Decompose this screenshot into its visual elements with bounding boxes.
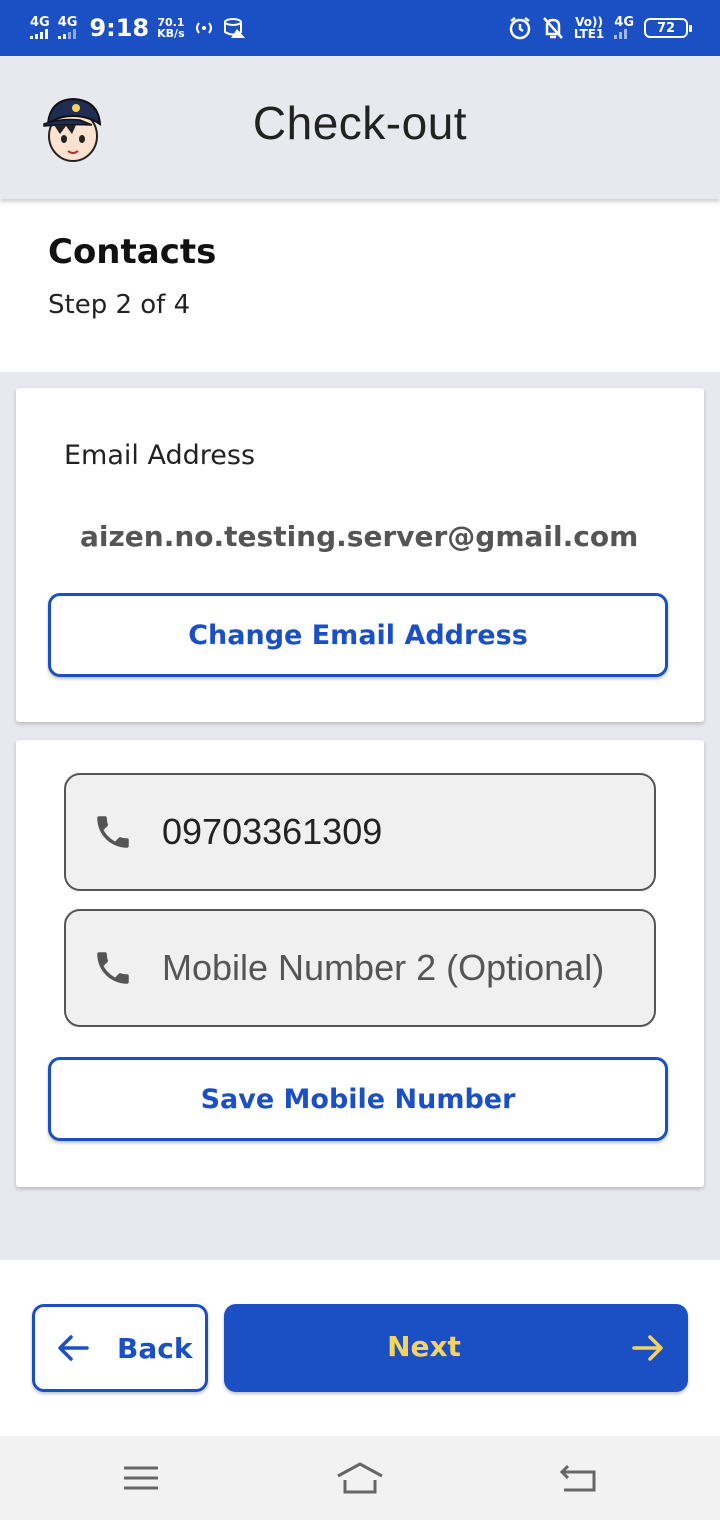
phone-icon	[97, 952, 129, 984]
back-nav-icon[interactable]	[554, 1458, 604, 1498]
section-title: Contacts	[48, 232, 217, 272]
next-label: Next	[387, 1330, 461, 1363]
network-type-1: 4G	[30, 15, 50, 30]
step-indicator: Step 2 of 4	[48, 290, 191, 320]
menu-icon[interactable]	[116, 1458, 166, 1498]
data-saver-icon	[223, 18, 245, 38]
signal-2: 4G	[57, 15, 78, 39]
home-icon[interactable]	[335, 1458, 385, 1498]
system-nav-bar	[0, 1436, 720, 1520]
save-mobile-number-button[interactable]: Save Mobile Number	[48, 1057, 668, 1141]
speed-unit: KB/s	[157, 27, 185, 40]
network-type-2: 4G	[57, 15, 78, 30]
app-bar: Check-out	[0, 56, 720, 199]
email-card: Email Address aizen.no.testing.server@gm…	[16, 388, 704, 722]
email-label: Email Address	[64, 440, 256, 471]
section-header: Contacts Step 2 of 4	[48, 232, 216, 320]
lte-label: LTE1	[573, 27, 605, 41]
mobile-number-2-field[interactable]: Mobile Number 2 (Optional)	[64, 909, 656, 1027]
network-speed: 70.1 KB/s	[157, 17, 184, 39]
signal-3: 4G	[614, 15, 634, 39]
mobile-number-1-field[interactable]: 09703361309	[64, 773, 656, 891]
back-label: Back	[117, 1331, 193, 1365]
hotspot-icon	[195, 22, 212, 34]
battery-level: 72	[656, 20, 676, 36]
notifications-off-icon	[542, 17, 563, 39]
arrow-right-icon	[632, 1335, 663, 1361]
mobile-number-2-placeholder: Mobile Number 2 (Optional)	[162, 947, 605, 988]
next-button[interactable]: Next	[224, 1304, 688, 1392]
arrow-left-icon	[58, 1335, 89, 1361]
phone-icon	[97, 816, 129, 848]
change-email-button[interactable]: Change Email Address	[48, 593, 668, 677]
status-bar: 4G 4G 9:18 70.1 KB/s Vo)) LTE1 4G 72	[0, 0, 720, 56]
mobile-card: 09703361309 Mobile Number 2 (Optional) S…	[16, 740, 704, 1187]
signal-1: 4G	[30, 15, 50, 39]
back-button[interactable]: Back	[32, 1304, 208, 1392]
network-type-3: 4G	[614, 15, 634, 30]
volte-indicator: Vo)) LTE1	[574, 16, 604, 40]
alarm-icon	[509, 17, 531, 40]
page-title: Check-out	[252, 97, 468, 149]
battery-indicator: 72	[644, 18, 692, 38]
email-value: aizen.no.testing.server@gmail.com	[80, 520, 639, 553]
mobile-number-1-value: 09703361309	[162, 811, 383, 852]
clock: 9:18	[89, 14, 150, 42]
